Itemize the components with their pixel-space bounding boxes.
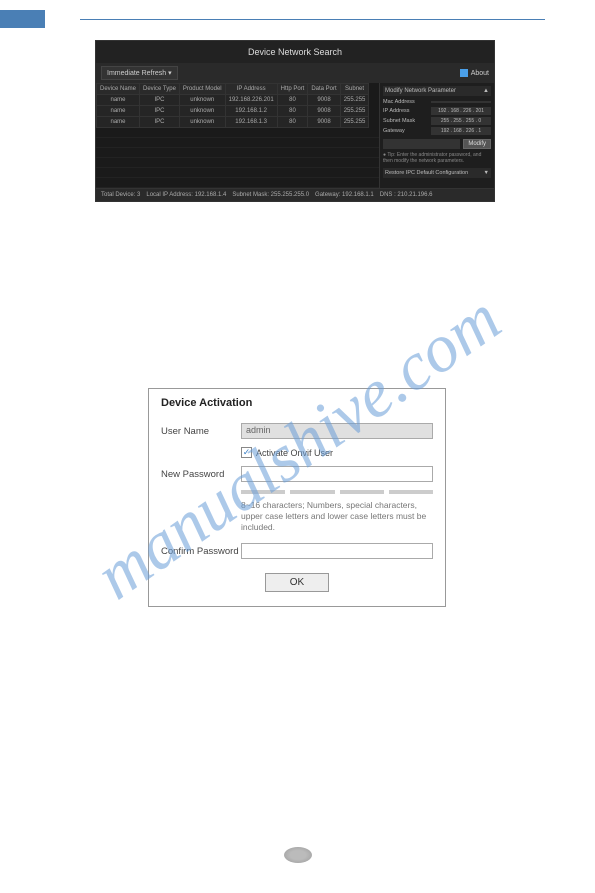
password-hint: 8~16 characters; Numbers, special charac…: [241, 500, 433, 533]
cell: 255.255: [340, 95, 369, 106]
newpw-input[interactable]: [241, 466, 433, 482]
about-label: About: [471, 70, 489, 77]
table-row[interactable]: name IPC unknown 192.168.1.2 80 9008 255…: [97, 106, 369, 117]
col-ip-address[interactable]: IP Address: [225, 84, 277, 95]
col-http-port[interactable]: Http Port: [277, 84, 308, 95]
cell: unknown: [179, 117, 225, 128]
gw-label: Gateway: [383, 128, 405, 134]
cell: IPC: [140, 117, 180, 128]
onvif-checkbox[interactable]: ✓: [241, 447, 252, 458]
cell: 80: [277, 95, 308, 106]
total-device: Total Device: 3: [101, 192, 140, 198]
about-link[interactable]: About: [460, 69, 489, 77]
about-icon: [460, 69, 468, 77]
mac-label: Mac Address: [383, 99, 415, 105]
username-label: User Name: [161, 426, 241, 437]
confirm-label: Confirm Password: [161, 546, 241, 557]
table-row[interactable]: name IPC unknown 192.168.226.201 80 9008…: [97, 95, 369, 106]
cell: 9008: [308, 106, 340, 117]
gw-input[interactable]: 192 . 168 . 226 . 1: [431, 127, 491, 135]
strength-bar: [389, 490, 433, 494]
triangle-up-icon: ▲: [483, 88, 489, 94]
header-accent: [0, 10, 45, 28]
cell: name: [97, 95, 140, 106]
col-product-model[interactable]: Product Model: [179, 84, 225, 95]
empty-table-area: [96, 128, 379, 188]
header-line: [80, 19, 545, 20]
mask-label: Subnet Mask: [383, 118, 415, 124]
modify-button[interactable]: Modify: [463, 139, 491, 149]
device-network-search-panel: Device Network Search Immediate Refresh …: [95, 40, 495, 202]
col-subnet[interactable]: Subnet: [340, 84, 369, 95]
cell: 255.255: [340, 106, 369, 117]
triangle-down-icon: ▼: [484, 170, 489, 176]
footer-gateway: Gateway: 192.168.1.1: [315, 192, 374, 198]
footer-dns: DNS : 210.21.196.6: [380, 192, 433, 198]
tip-text: ● Tip: Enter the administrator password,…: [383, 152, 491, 164]
dns-toolbar: Immediate Refresh ▾ About: [96, 63, 494, 83]
cell: 192.168.1.3: [225, 117, 277, 128]
cell: IPC: [140, 106, 180, 117]
password-strength: [241, 490, 433, 494]
mask-input[interactable]: 255 . 255 . 255 . 0: [431, 117, 491, 125]
restore-config[interactable]: Restore IPC Default Configuration ▼: [383, 168, 491, 178]
col-device-name[interactable]: Device Name: [97, 84, 140, 95]
cell: 80: [277, 106, 308, 117]
table-header-row: Device Name Device Type Product Model IP…: [97, 84, 369, 95]
cell: unknown: [179, 95, 225, 106]
device-table: Device Name Device Type Product Model IP…: [96, 83, 369, 128]
cell: 192.168.1.2: [225, 106, 277, 117]
local-ip: Local IP Address: 192.168.1.4: [146, 192, 226, 198]
col-data-port[interactable]: Data Port: [308, 84, 340, 95]
cell: 80: [277, 117, 308, 128]
col-device-type[interactable]: Device Type: [140, 84, 180, 95]
activation-title: Device Activation: [161, 397, 433, 409]
password-input[interactable]: [383, 139, 460, 149]
ip-input[interactable]: 192 . 168 . 226 . 201: [431, 107, 491, 115]
table-row[interactable]: name IPC unknown 192.168.1.3 80 9008 255…: [97, 117, 369, 128]
restore-label: Restore IPC Default Configuration: [385, 170, 468, 176]
footer-mask: Subnet Mask: 255.255.255.0: [232, 192, 309, 198]
strength-bar: [340, 490, 384, 494]
page-indicator: [284, 847, 312, 863]
ip-label: IP Address: [383, 108, 410, 114]
username-input[interactable]: admin: [241, 423, 433, 439]
cell: IPC: [140, 95, 180, 106]
cell: name: [97, 117, 140, 128]
device-activation-panel: Device Activation User Name admin ✓ Acti…: [148, 388, 446, 607]
strength-bar: [290, 490, 334, 494]
ok-button[interactable]: OK: [265, 573, 329, 592]
cell: 9008: [308, 95, 340, 106]
cell: 192.168.226.201: [225, 95, 277, 106]
modify-parameter-panel: Modify Network Parameter ▲ Mac Address I…: [379, 83, 494, 188]
side-title-label: Modify Network Parameter: [385, 88, 456, 94]
strength-bar: [241, 490, 285, 494]
newpw-label: New Password: [161, 469, 241, 480]
confirm-input[interactable]: [241, 543, 433, 559]
side-title: Modify Network Parameter ▲: [383, 86, 491, 96]
dns-footer: Total Device: 3 Local IP Address: 192.16…: [96, 188, 494, 201]
mac-input[interactable]: [431, 101, 491, 103]
cell: 255.255: [340, 117, 369, 128]
onvif-label: Activate Onvif User: [256, 448, 333, 458]
dns-title: Device Network Search: [96, 41, 494, 63]
refresh-dropdown[interactable]: Immediate Refresh ▾: [101, 66, 178, 80]
cell: 9008: [308, 117, 340, 128]
cell: unknown: [179, 106, 225, 117]
cell: name: [97, 106, 140, 117]
